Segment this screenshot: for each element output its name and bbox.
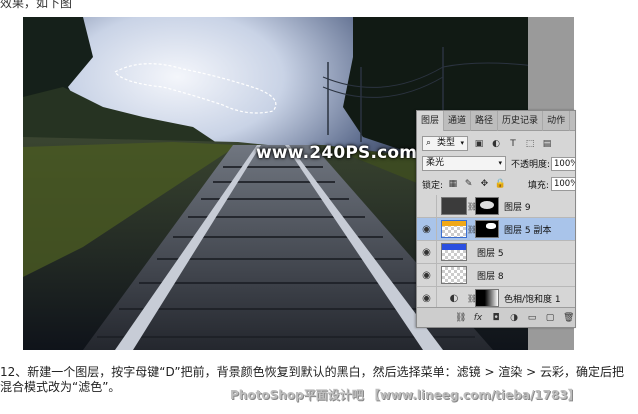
layer-name: 图层 9 (504, 202, 531, 213)
step-text-line-1: 12、新建一个图层，按字母键“D”把前，背景颜色恢复到默认的黑白，然后选择菜单：… (0, 365, 624, 379)
tab-actions[interactable]: 动作 (543, 111, 571, 131)
new-layer-icon[interactable]: ▢ (545, 313, 555, 323)
layers-panel: 图层 通道 路径 历史记录 动作 ⌕ 类型 ▾ ▣ ◐ T ⬚ ▤ 柔光 ▾ 不… (416, 110, 576, 328)
layer-name: 色相/饱和度 1 (504, 294, 561, 305)
link-icon: ⛓ (467, 201, 478, 211)
opacity-field[interactable]: 100% (551, 156, 575, 171)
filter-type-select[interactable]: ⌕ 类型 ▾ (422, 136, 468, 151)
layer-mask-thumbnail (475, 220, 499, 238)
eye-icon[interactable]: ◉ (417, 263, 437, 287)
blend-mode-value: 柔光 (426, 158, 445, 168)
folder-icon[interactable]: ▭ (527, 313, 537, 323)
top-caption: 效果，如下图 (0, 0, 73, 10)
lock-move-icon[interactable]: ✥ (478, 178, 490, 190)
fill-label: 填充: (527, 180, 549, 191)
smart-object-filter-icon[interactable]: ▤ (541, 138, 553, 150)
opacity-label: 不透明度: (510, 160, 550, 170)
adjustment-layer-icon: ◐ (449, 292, 459, 304)
tab-channels[interactable]: 通道 (444, 111, 472, 131)
layer-mask-thumbnail (475, 289, 499, 307)
layer-row-layer-8[interactable]: ◉ 图层 8 (417, 263, 575, 287)
link-icon: ⛓ (467, 224, 478, 234)
tab-layers[interactable]: 图层 (417, 111, 445, 131)
layer-name: 图层 5 副本 (504, 225, 552, 236)
adjustment-filter-icon[interactable]: ◐ (490, 138, 502, 150)
footer-watermark: PhotoShop平面设计吧 【www.lineeg.com/tieba/178… (230, 388, 580, 402)
layer-row-layer-5[interactable]: ◉ 图层 5 (417, 240, 575, 264)
layer-name: 图层 5 (477, 248, 504, 259)
eye-icon[interactable]: ◉ (417, 240, 437, 264)
lock-row: 锁定: ▦ ✎ ✥ 🔒 填充: 100% (417, 177, 575, 191)
layer-name: 图层 8 (477, 271, 504, 282)
trash-icon[interactable]: 🗑 (563, 313, 574, 323)
layer-thumbnail (441, 266, 467, 284)
layer-row-layer-9[interactable]: ● ⛓ 图层 9 (417, 194, 575, 218)
link-layers-icon[interactable]: ⛓ (455, 313, 466, 323)
search-icon: ⌕ (426, 138, 432, 148)
layer-mask-thumbnail (475, 197, 499, 215)
link-icon: ⛓ (467, 293, 478, 303)
lock-all-icon[interactable]: 🔒 (494, 178, 506, 190)
lock-transparent-icon[interactable]: ▦ (447, 178, 459, 190)
layer-thumbnail (441, 197, 467, 215)
adjustment-icon[interactable]: ◑ (509, 313, 519, 323)
fx-icon[interactable]: fx (473, 313, 483, 323)
panel-tabs: 图层 通道 路径 历史记录 动作 (417, 111, 575, 131)
filter-type-value: 类型 (437, 138, 456, 148)
blend-row: 柔光 ▾ 不透明度: 100% (417, 156, 575, 171)
type-filter-icon[interactable]: T (507, 138, 519, 150)
tab-history[interactable]: 历史记录 (498, 111, 544, 131)
layer-thumbnail (441, 220, 467, 238)
shape-filter-icon[interactable]: ⬚ (524, 138, 536, 150)
chevron-down-icon: ▾ (460, 139, 464, 147)
eye-icon[interactable]: ◉ (417, 217, 437, 241)
add-mask-icon[interactable]: ◘ (491, 313, 501, 323)
chevron-down-icon: ▾ (498, 159, 502, 167)
visibility-toggle-icon[interactable]: ● (417, 194, 437, 218)
site-watermark: www.240PS.com (256, 143, 418, 163)
layer-thumbnail (441, 243, 467, 261)
panel-bottom-bar: ⛓ fx ◘ ◑ ▭ ▢ 🗑 (417, 307, 575, 327)
lock-paint-icon[interactable]: ✎ (463, 178, 475, 190)
fill-field[interactable]: 100% (550, 177, 575, 191)
filter-row: ⌕ 类型 ▾ ▣ ◐ T ⬚ ▤ (417, 136, 575, 151)
layer-row-layer-5-copy[interactable]: ◉ ⛓ 图层 5 副本 (417, 217, 575, 241)
pixel-filter-icon[interactable]: ▣ (473, 138, 485, 150)
lock-label: 锁定: (422, 180, 444, 191)
blend-mode-select[interactable]: 柔光 ▾ (422, 156, 506, 171)
tab-paths[interactable]: 路径 (471, 111, 499, 131)
